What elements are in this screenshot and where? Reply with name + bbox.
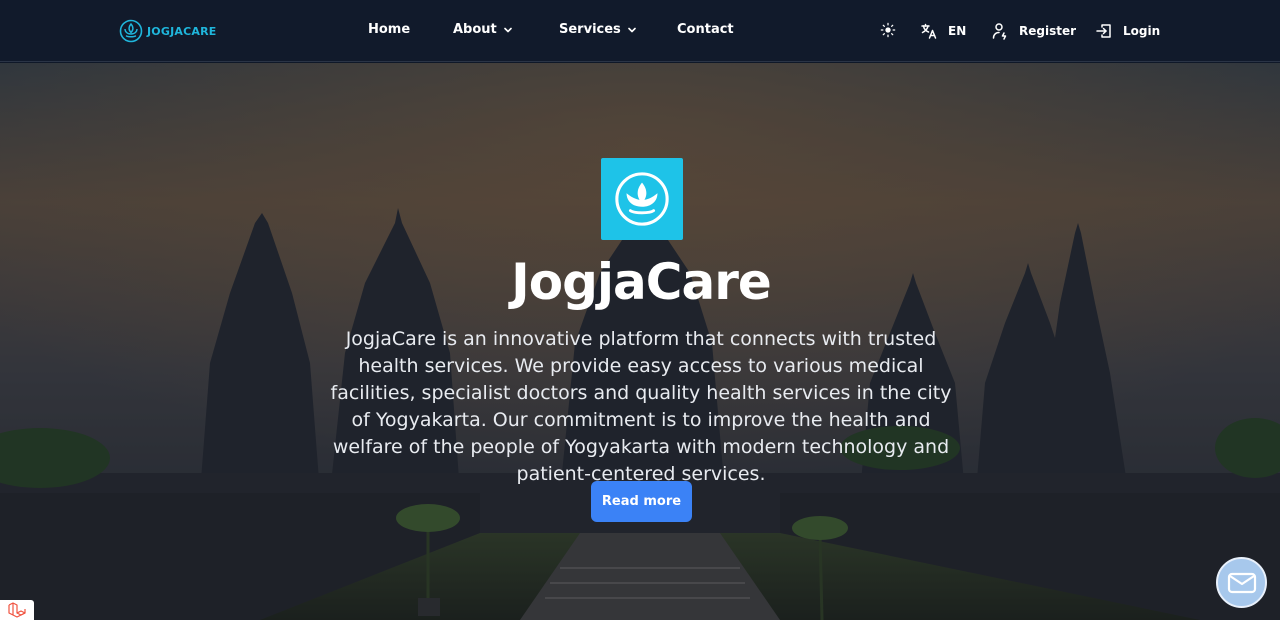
chevron-down-icon: [627, 27, 636, 32]
nav-home-label: Home: [368, 22, 411, 37]
nav-about-label: About: [453, 22, 497, 37]
theme-toggle-button[interactable]: [880, 22, 896, 38]
contact-chat-button[interactable]: [1216, 557, 1267, 608]
hero-section: JogjaCare JogjaCare is an innovative pla…: [0, 63, 1280, 620]
nav-home[interactable]: Home: [368, 22, 410, 37]
translate-icon: [921, 23, 937, 39]
login-icon: [1096, 24, 1111, 38]
register-label: Register: [1019, 24, 1077, 38]
framework-badge[interactable]: [0, 600, 34, 620]
register-link[interactable]: Register: [991, 22, 1076, 40]
hero-logo: [601, 158, 683, 240]
chevron-down-icon: [503, 27, 512, 32]
mail-icon: [1227, 572, 1256, 593]
navbar: JOGJACARE Home About Services Contact EN…: [0, 0, 1280, 62]
nav-contact-label: Contact: [677, 22, 734, 37]
read-more-button[interactable]: Read more: [591, 481, 692, 522]
login-link[interactable]: Login: [1095, 22, 1160, 40]
nav-about[interactable]: About: [453, 22, 513, 37]
login-label: Login: [1123, 24, 1161, 38]
nav-services-label: Services: [559, 22, 621, 37]
laravel-logo-icon: [8, 602, 26, 618]
hero-description: JogjaCare is an innovative platform that…: [330, 328, 952, 485]
language-selector[interactable]: EN: [920, 22, 966, 40]
hero-title: JogjaCare: [511, 253, 772, 311]
lotus-logo-icon: [615, 172, 669, 226]
main-nav: Home About Services Contact EN Register …: [0, 0, 1280, 62]
hero-content: JogjaCare JogjaCare is an innovative pla…: [0, 63, 1280, 620]
user-plus-icon: [992, 23, 1007, 40]
nav-contact[interactable]: Contact: [677, 22, 734, 37]
nav-services[interactable]: Services: [559, 22, 637, 37]
language-label: EN: [948, 24, 967, 38]
sun-icon: [880, 22, 896, 38]
